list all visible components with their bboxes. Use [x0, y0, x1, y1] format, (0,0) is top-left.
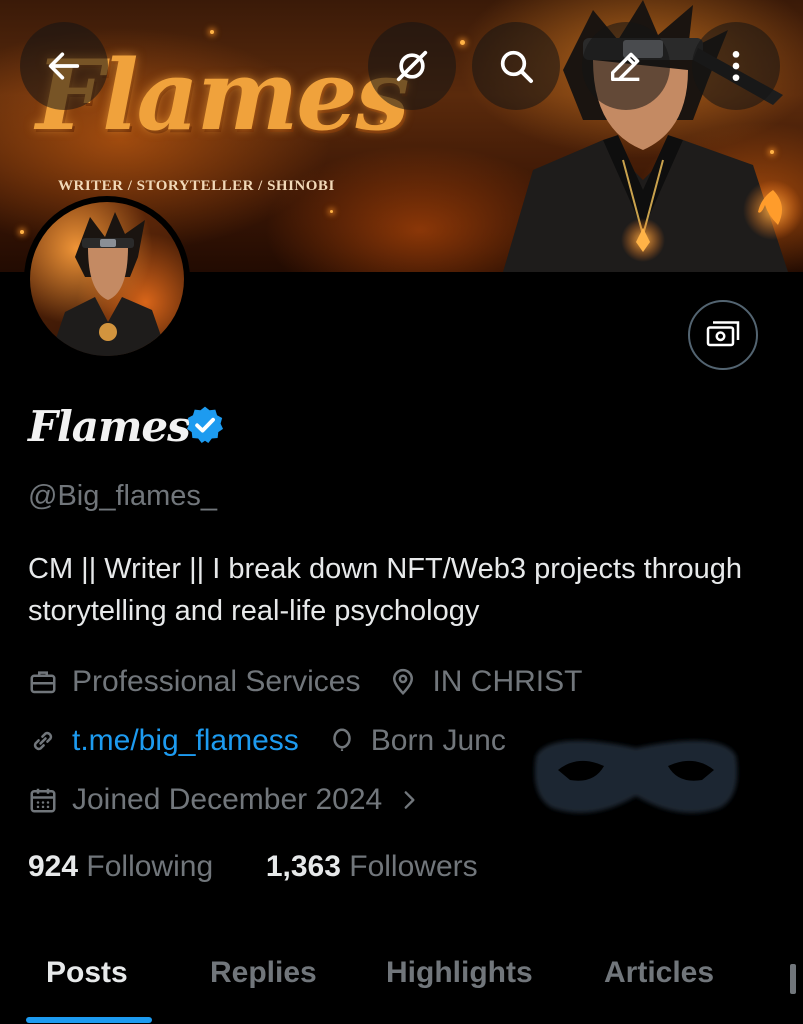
- chevron-right-icon: [404, 791, 415, 809]
- search-button[interactable]: [472, 22, 560, 110]
- profile-joined-date: Joined December 2024: [72, 783, 383, 816]
- followers-link[interactable]: 1,363 Followers: [266, 850, 478, 883]
- mask-sticker: [534, 740, 738, 813]
- profile-meta-row-1: Professional Services IN CHRIST: [28, 662, 582, 702]
- profile-handle: @Big_flames_: [28, 480, 218, 512]
- briefcase-icon: [30, 671, 56, 694]
- more-vertical-icon: [732, 51, 740, 81]
- pencil-icon: [611, 52, 640, 82]
- profile-website-link[interactable]: t.me/big_flamess: [72, 724, 299, 758]
- tab-overflow-hint: [790, 950, 803, 1010]
- tab-posts[interactable]: Posts: [46, 956, 128, 990]
- subscriptions-button[interactable]: [688, 300, 758, 370]
- banner-subtitle: WRITER / STORYTELLER / SHINOBI: [58, 178, 335, 194]
- display-name: Flames: [28, 402, 191, 451]
- search-icon: [500, 50, 533, 83]
- tab-articles[interactable]: Articles: [604, 956, 714, 990]
- arrow-left-icon: [48, 52, 80, 80]
- tab-highlights[interactable]: Highlights: [386, 956, 533, 990]
- profile-meta-row-2: t.me/big_flamess Born Junc: [28, 721, 506, 761]
- edit-button[interactable]: [582, 22, 670, 110]
- following-link[interactable]: 924 Following: [28, 850, 213, 883]
- more-button[interactable]: [692, 22, 780, 110]
- profile-meta-row-3[interactable]: Joined December 2024: [28, 780, 422, 820]
- profile-tabs: Posts Replies Highlights Articles: [0, 950, 803, 1024]
- grok-icon: [396, 50, 428, 82]
- professional-category[interactable]: Professional Services: [72, 665, 360, 699]
- profile-location: IN CHRIST: [432, 665, 583, 698]
- location-pin-icon: [393, 668, 414, 696]
- profile-bio: CM || Writer || I break down NFT/Web3 pr…: [28, 553, 743, 627]
- avatar-character-illustration: [50, 212, 168, 356]
- money-icon: [706, 321, 740, 347]
- follow-stats: 924 Following 1,363 Followers: [28, 850, 478, 884]
- balloon-icon: [333, 728, 351, 751]
- back-button[interactable]: [20, 22, 108, 110]
- tab-replies[interactable]: Replies: [210, 956, 317, 990]
- verified-badge-icon[interactable]: [184, 404, 226, 446]
- active-tab-indicator: [26, 1017, 152, 1023]
- avatar[interactable]: [24, 196, 190, 362]
- link-icon: [33, 731, 53, 751]
- grok-button[interactable]: [368, 22, 456, 110]
- calendar-icon: [30, 788, 56, 813]
- profile-birthday: Born Junc: [370, 724, 506, 757]
